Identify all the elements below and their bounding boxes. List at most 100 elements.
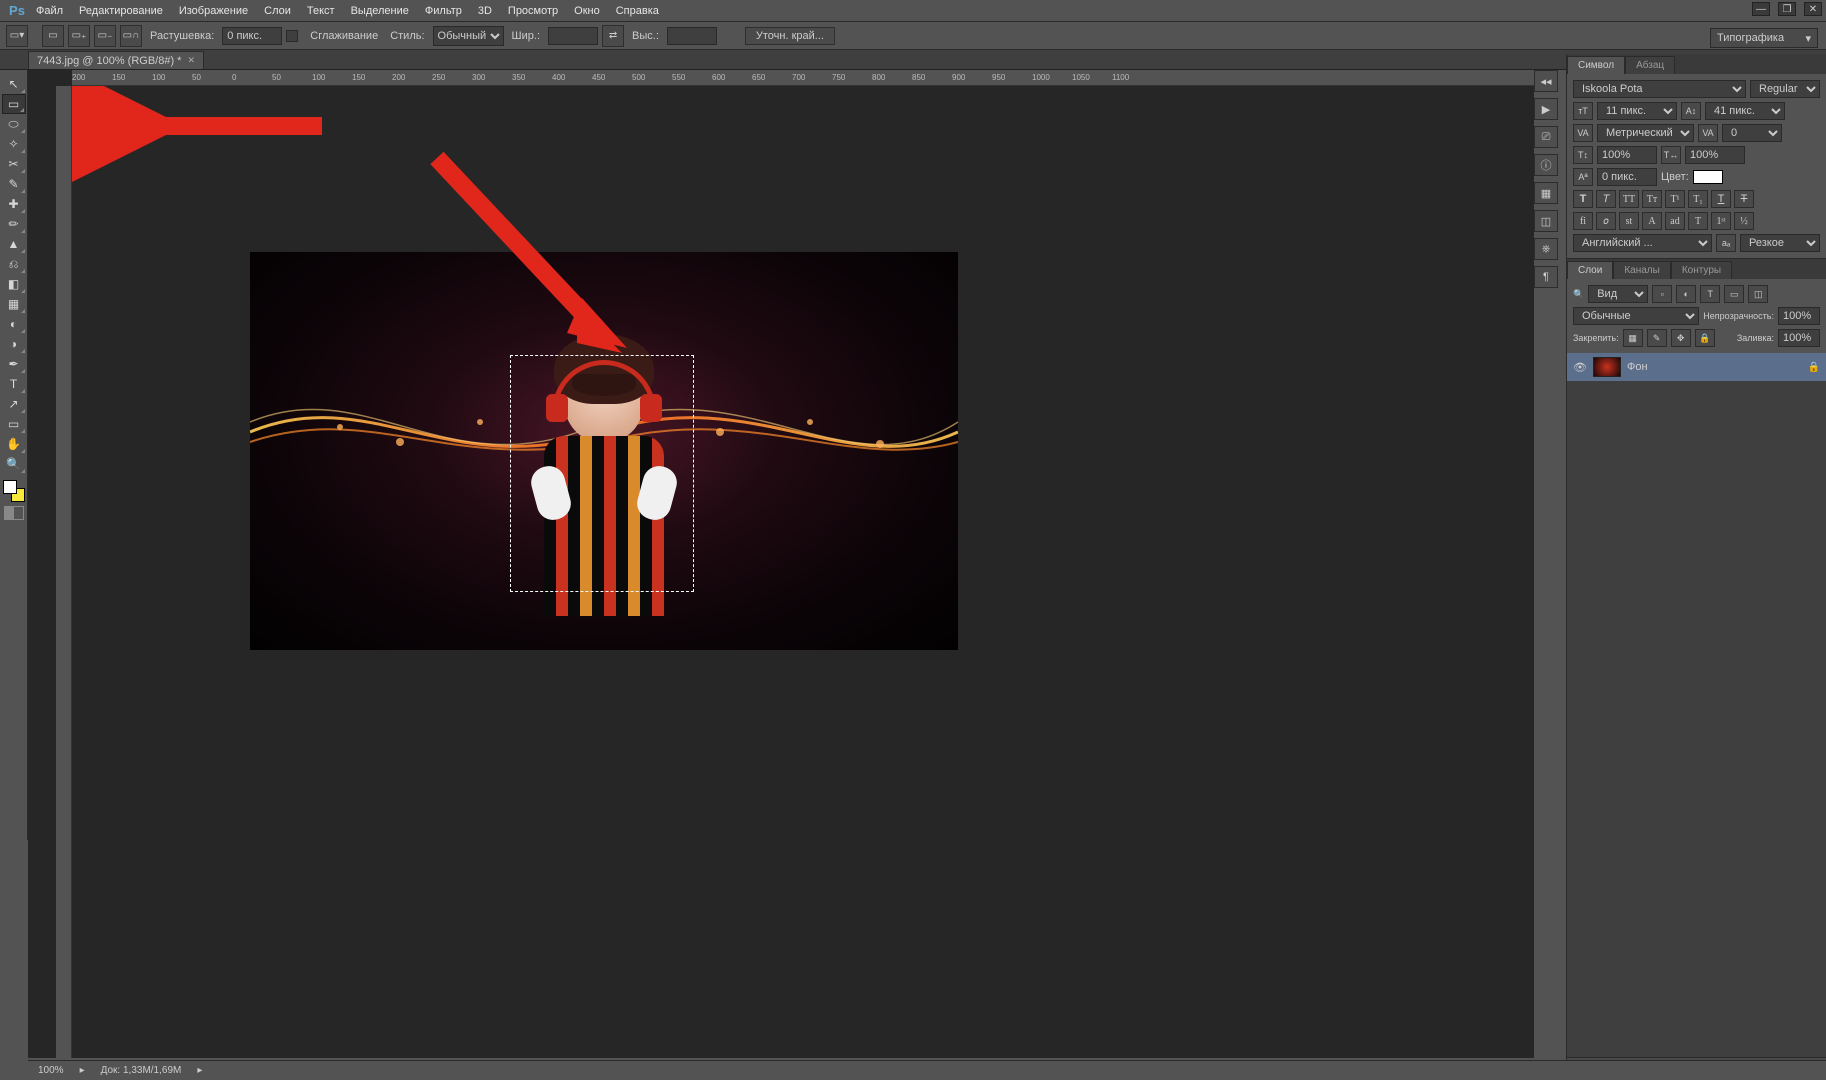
lock-all-icon[interactable]: 🔒	[1695, 329, 1715, 347]
ot-st-button[interactable]: st	[1619, 212, 1639, 230]
menu-view[interactable]: Просмотр	[500, 0, 566, 22]
tab-paths[interactable]: Контуры	[1671, 261, 1732, 279]
tab-layers[interactable]: Слои	[1567, 261, 1613, 279]
menu-edit[interactable]: Редактирование	[71, 0, 171, 22]
baseline-input[interactable]	[1597, 168, 1657, 186]
lock-move-icon[interactable]: ✥	[1671, 329, 1691, 347]
fill-input[interactable]	[1778, 329, 1820, 347]
strike-button[interactable]: T	[1734, 190, 1754, 208]
window-minimize-button[interactable]: —	[1752, 2, 1770, 16]
menu-layer[interactable]: Слои	[256, 0, 299, 22]
canvas[interactable]	[72, 86, 1534, 1058]
selection-add-icon[interactable]: ▭₊	[68, 25, 90, 47]
color-swatches[interactable]	[3, 480, 25, 502]
swap-wh-icon[interactable]: ⇄	[602, 25, 624, 47]
tool-path-select[interactable]: ↗	[2, 394, 26, 414]
font-size-select[interactable]: 11 пикс.	[1597, 102, 1677, 120]
subscript-button[interactable]: T₁	[1688, 190, 1708, 208]
antialias-checkbox[interactable]	[286, 30, 298, 42]
menu-type[interactable]: Текст	[299, 0, 343, 22]
selection-subtract-icon[interactable]: ▭₋	[94, 25, 116, 47]
tool-eyedropper[interactable]: ✎	[2, 174, 26, 194]
kerning-select[interactable]: Метрический	[1597, 124, 1694, 142]
font-weight-select[interactable]: Regular	[1750, 80, 1820, 98]
menu-image[interactable]: Изображение	[171, 0, 256, 22]
history-panel-icon[interactable]: ◂◂	[1534, 70, 1558, 92]
tool-brush[interactable]: ✏	[2, 214, 26, 234]
tool-gradient[interactable]: ▦	[2, 294, 26, 314]
tab-paragraph[interactable]: Абзац	[1625, 56, 1675, 74]
lock-position-icon[interactable]: ✎	[1647, 329, 1667, 347]
layer-name[interactable]: Фон	[1627, 361, 1648, 373]
lock-pixels-icon[interactable]: ▦	[1623, 329, 1643, 347]
refine-edge-button[interactable]: Уточн. край...	[745, 27, 835, 45]
tool-blur[interactable]: ◐	[2, 314, 26, 334]
layer-visibility-icon[interactable]: 👁	[1573, 361, 1587, 374]
filter-pixel-icon[interactable]: ▫	[1652, 285, 1672, 303]
superscript-button[interactable]: T¹	[1665, 190, 1685, 208]
tool-dodge[interactable]: ◑	[2, 334, 26, 354]
height-input[interactable]	[667, 27, 717, 45]
tab-character[interactable]: Символ	[1567, 56, 1625, 74]
filter-smart-icon[interactable]: ◫	[1748, 285, 1768, 303]
underline-button[interactable]: T	[1711, 190, 1731, 208]
ot-ordinals-button[interactable]: A	[1642, 212, 1662, 230]
tool-eraser[interactable]: ◧	[2, 274, 26, 294]
layer-filter-select[interactable]: Вид	[1588, 285, 1648, 303]
menu-filter[interactable]: Фильтр	[417, 0, 470, 22]
properties-panel-icon[interactable]: ⎚	[1534, 126, 1558, 148]
ot-titling-button[interactable]: ad	[1665, 212, 1685, 230]
menu-3d[interactable]: 3D	[470, 0, 500, 22]
feather-input[interactable]	[222, 27, 282, 45]
layer-thumbnail[interactable]	[1593, 357, 1621, 377]
tool-hand[interactable]: ✋	[2, 434, 26, 454]
document-tab[interactable]: 7443.jpg @ 100% (RGB/8#) * ✕	[28, 51, 204, 69]
faux-bold-button[interactable]: T	[1573, 190, 1593, 208]
doc-info-chevron-icon[interactable]: ▸	[197, 1065, 202, 1076]
tool-stamp[interactable]: ▲	[2, 234, 26, 254]
styles-panel-icon[interactable]: ◫	[1534, 210, 1558, 232]
window-close-button[interactable]: ✕	[1804, 2, 1822, 16]
ot-1st-button[interactable]: 1ˢᵗ	[1711, 212, 1731, 230]
smallcaps-button[interactable]: Tᴛ	[1642, 190, 1662, 208]
zoom-level[interactable]: 100%	[38, 1065, 64, 1076]
blend-mode-select[interactable]: Обычные	[1573, 307, 1699, 325]
width-input[interactable]	[548, 27, 598, 45]
menu-file[interactable]: Файл	[28, 0, 71, 22]
tool-magic-wand[interactable]: ✧	[2, 134, 26, 154]
filter-adjust-icon[interactable]: ◐	[1676, 285, 1696, 303]
faux-italic-button[interactable]: T	[1596, 190, 1616, 208]
tool-pen[interactable]: ✒	[2, 354, 26, 374]
tool-history-brush[interactable]: ⎌	[2, 254, 26, 274]
zoom-chevron-icon[interactable]: ▸	[80, 1065, 85, 1076]
tool-preset-icon[interactable]: ▭▾	[6, 25, 28, 47]
close-tab-icon[interactable]: ✕	[187, 55, 195, 66]
tool-lasso[interactable]: ⬭	[2, 114, 26, 134]
style-select[interactable]: Обычный	[433, 26, 504, 46]
tool-heal[interactable]: ✚	[2, 194, 26, 214]
foreground-color-swatch[interactable]	[3, 480, 17, 494]
layer-row[interactable]: 👁 Фон 🔒	[1567, 353, 1826, 381]
tab-channels[interactable]: Каналы	[1613, 261, 1671, 279]
filter-shape-icon[interactable]: ▭	[1724, 285, 1744, 303]
window-maximize-button[interactable]: ❐	[1778, 2, 1796, 16]
filter-type-icon[interactable]: T	[1700, 285, 1720, 303]
actions-panel-icon[interactable]: ▶	[1534, 98, 1558, 120]
selection-new-icon[interactable]: ▭	[42, 25, 64, 47]
tool-shape[interactable]: ▭	[2, 414, 26, 434]
leading-select[interactable]: 41 пикс.	[1705, 102, 1785, 120]
font-family-select[interactable]: Iskoola Pota	[1573, 80, 1746, 98]
paragraph-panel-icon[interactable]: ¶	[1534, 266, 1558, 288]
menu-window[interactable]: Окно	[566, 0, 608, 22]
ot-stylistic-button[interactable]: T	[1688, 212, 1708, 230]
ot-swash-button[interactable]: 𝑜	[1596, 212, 1616, 230]
tracking-select[interactable]: 0	[1722, 124, 1782, 142]
tool-rect-marquee[interactable]: ▭	[2, 94, 26, 114]
tool-type[interactable]: T	[2, 374, 26, 394]
text-color-swatch[interactable]	[1693, 170, 1723, 184]
tool-move[interactable]: ↖	[2, 74, 26, 94]
menu-help[interactable]: Справка	[608, 0, 667, 22]
language-select[interactable]: Английский ...	[1573, 234, 1712, 252]
scale-h-input[interactable]	[1685, 146, 1745, 164]
menu-select[interactable]: Выделение	[343, 0, 417, 22]
